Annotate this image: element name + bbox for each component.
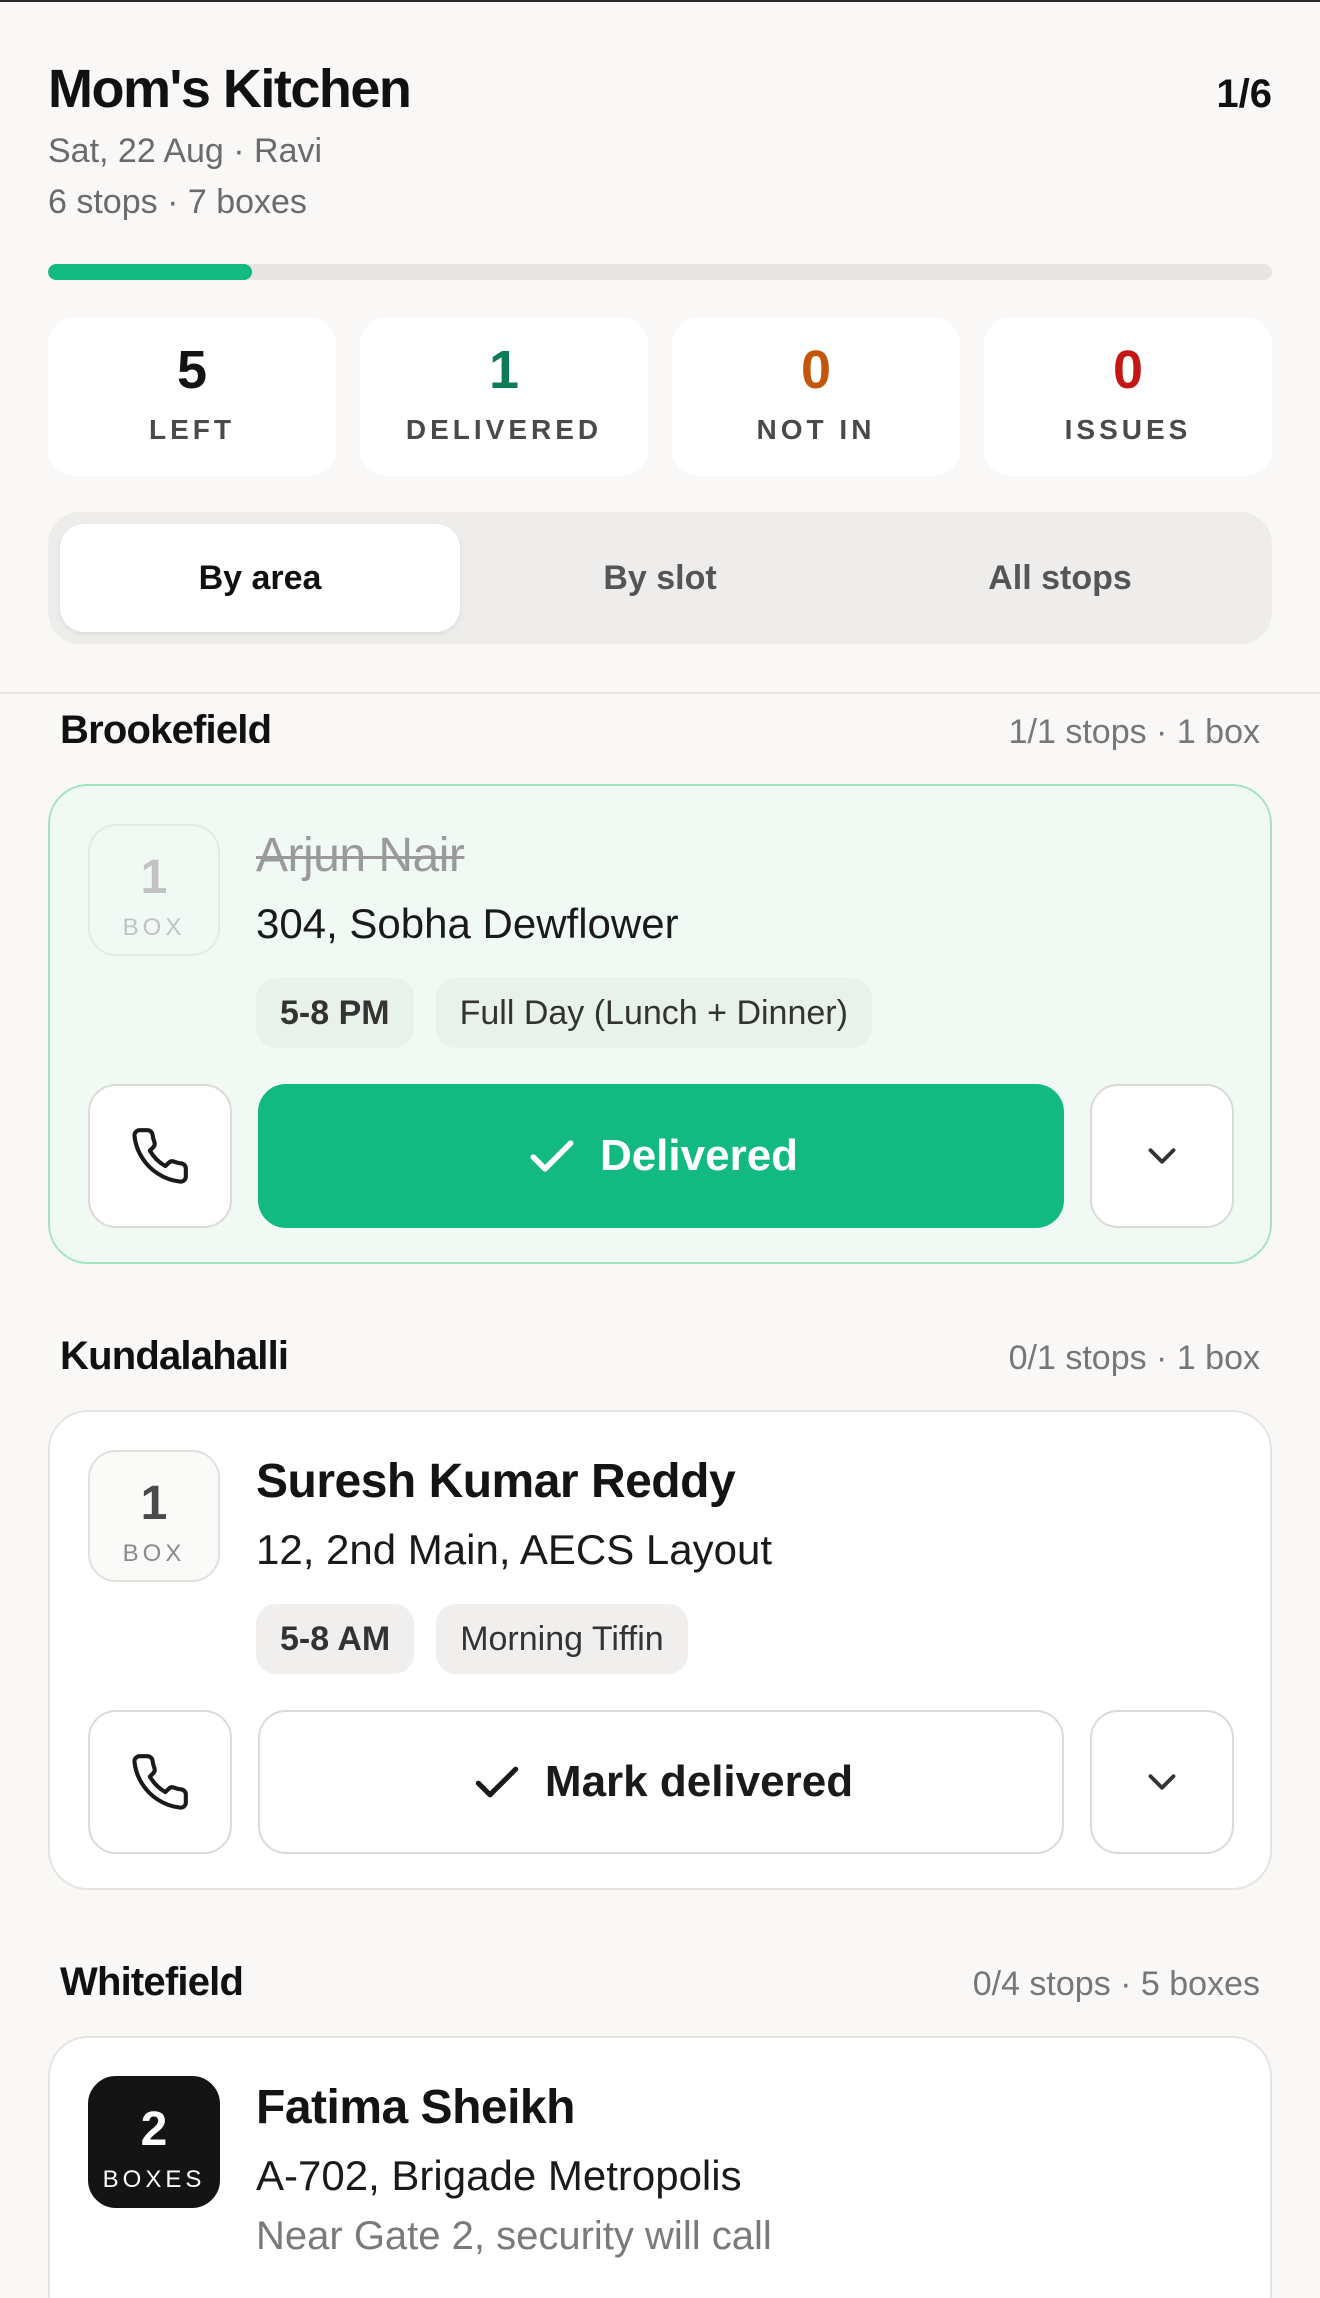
section-divider	[0, 692, 1320, 694]
check-icon	[530, 1140, 574, 1172]
tab-by-slot[interactable]: By slot	[460, 524, 860, 632]
kitchen-title: Mom's Kitchen	[48, 59, 412, 119]
box-label: BOX	[122, 1540, 186, 1567]
chevron-down-icon	[1148, 1148, 1176, 1164]
stat-issues[interactable]: 0 ISSUES	[984, 318, 1272, 476]
top-border	[0, 0, 1320, 2]
group-name: Whitefield	[60, 1960, 244, 2004]
route-progress-bar	[48, 264, 1272, 280]
delivery-note: Near Gate 2, security will call	[256, 2214, 772, 2258]
tab-by-area[interactable]: By area	[60, 524, 460, 632]
stop-actions: Mark delivered	[88, 1710, 1234, 1854]
customer-address: 12, 2nd Main, AECS Layout	[256, 1526, 772, 1573]
group-name: Brookefield	[60, 708, 272, 752]
stop-card[interactable]: 1 BOX Arjun Nair 304, Sobha Dewflower 5-…	[48, 784, 1272, 1264]
customer-name: Arjun Nair	[256, 829, 465, 882]
box-label: BOX	[122, 914, 186, 941]
box-count-badge: 1 BOX	[88, 824, 220, 956]
group-header-kundalahalli: Kundalahalli 0/1 stops · 1 box	[60, 1334, 1260, 1379]
phone-icon	[132, 1754, 188, 1810]
stat-value: 5	[176, 340, 208, 400]
slot-chip: 5-8 PM	[256, 978, 414, 1048]
phone-icon	[132, 1128, 188, 1184]
box-count-badge: 1 BOX	[88, 1450, 220, 1582]
route-summary: 6 stops · 7 boxes	[48, 183, 307, 221]
call-button[interactable]	[88, 1084, 232, 1228]
route-progress-fill	[48, 264, 253, 280]
stop-card[interactable]: 2 BOXES Fatima Sheikh A-702, Brigade Met…	[48, 2036, 1272, 2298]
stop-chips: 5-8 PM Full Day (Lunch + Dinner)	[256, 978, 872, 1048]
expand-button[interactable]	[1090, 1084, 1234, 1228]
group-meta: 0/4 stops · 5 boxes	[972, 1965, 1260, 2003]
check-icon	[475, 1766, 519, 1798]
mark-delivered-label: Mark delivered	[544, 1757, 854, 1806]
plan-chip: Full Day (Lunch + Dinner)	[435, 978, 872, 1048]
expand-button[interactable]	[1090, 1710, 1234, 1854]
group-header-whitefield: Whitefield 0/4 stops · 5 boxes	[60, 1960, 1260, 2005]
customer-address: 304, Sobha Dewflower	[256, 900, 679, 947]
group-meta: 0/1 stops · 1 box	[1008, 1339, 1260, 1377]
customer-name: Fatima Sheikh	[256, 2081, 575, 2134]
box-count-badge: 2 BOXES	[88, 2076, 220, 2208]
mark-delivered-button[interactable]: Mark delivered	[258, 1710, 1064, 1854]
stat-delivered[interactable]: 1 DELIVERED	[360, 318, 648, 476]
stop-actions: Delivered	[88, 1084, 1234, 1228]
box-label: BOXES	[102, 2166, 206, 2193]
stat-left[interactable]: 5 LEFT	[48, 318, 336, 476]
plan-chip: Morning Tiffin	[436, 1604, 688, 1674]
stat-value: 1	[488, 340, 520, 400]
stat-label: LEFT	[149, 414, 235, 445]
date-driver: Sat, 22 Aug · Ravi	[48, 132, 323, 170]
stat-value: 0	[1112, 340, 1144, 400]
box-count: 1	[140, 851, 168, 904]
stat-label: ISSUES	[1064, 414, 1192, 445]
stop-chips: 5-8 AM Morning Tiffin	[256, 1604, 688, 1674]
stat-value: 0	[800, 340, 832, 400]
stats-row: 5 LEFT 1 DELIVERED 0 NOT IN 0 ISSUES	[48, 318, 1272, 476]
group-meta: 1/1 stops · 1 box	[1008, 713, 1260, 751]
chevron-down-icon	[1148, 1774, 1176, 1790]
slot-chip: 5-8 AM	[256, 1604, 415, 1674]
stat-not-in[interactable]: 0 NOT IN	[672, 318, 960, 476]
tab-all-stops[interactable]: All stops	[860, 524, 1260, 632]
box-count: 1	[140, 1477, 168, 1530]
stat-label: NOT IN	[756, 414, 876, 445]
delivered-label: Delivered	[599, 1131, 799, 1180]
group-header-brookefield: Brookefield 1/1 stops · 1 box	[60, 708, 1260, 753]
route-header: Mom's Kitchen 1/6 Sat, 22 Aug · Ravi 6 s…	[48, 58, 1272, 222]
customer-address: A-702, Brigade Metropolis	[256, 2152, 742, 2199]
group-name: Kundalahalli	[60, 1334, 289, 1378]
stat-label: DELIVERED	[405, 414, 603, 445]
delivered-button[interactable]: Delivered	[258, 1084, 1064, 1228]
stop-counter: 1/6	[1216, 72, 1272, 116]
customer-name: Suresh Kumar Reddy	[256, 1455, 736, 1508]
call-button[interactable]	[88, 1710, 232, 1854]
box-count: 2	[140, 2103, 168, 2156]
stop-card[interactable]: 1 BOX Suresh Kumar Reddy 12, 2nd Main, A…	[48, 1410, 1272, 1890]
grouping-segmented-control: By area By slot All stops	[48, 512, 1272, 644]
